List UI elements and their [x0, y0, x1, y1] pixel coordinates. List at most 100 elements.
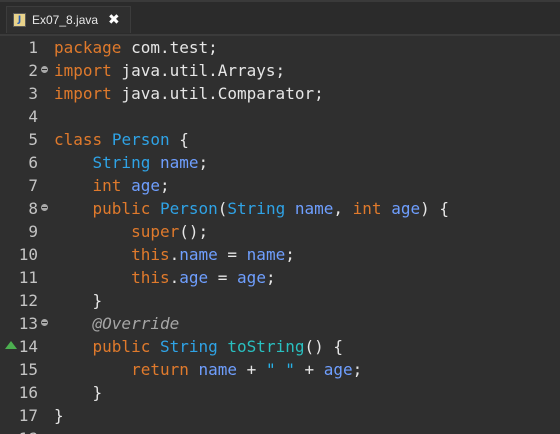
code-line[interactable]: 13 @Override: [0, 312, 560, 335]
code-token: .: [169, 268, 180, 287]
code-token: ;: [352, 360, 363, 379]
close-icon[interactable]: ✖: [108, 13, 120, 27]
code-token: com.test;: [121, 38, 218, 57]
code-token: (: [217, 199, 228, 218]
line-number: 18: [0, 427, 48, 434]
code-token: .: [169, 245, 180, 264]
tab-title: Ex07_8.java: [32, 13, 99, 27]
code-line[interactable]: 16 }: [0, 381, 560, 404]
code-line[interactable]: 17}: [0, 404, 560, 427]
code-line[interactable]: 15 return name + " " + age;: [0, 358, 560, 381]
code-token: name: [198, 360, 238, 379]
code-editor[interactable]: 1 package com.test; 2 import java.util.Arra…: [0, 36, 560, 434]
code-line[interactable]: 1 package com.test;: [0, 36, 560, 59]
fold-toggle-icon[interactable]: [41, 319, 48, 326]
code-token: {: [169, 130, 189, 149]
code-token: name: [159, 153, 199, 172]
code-token: }: [54, 383, 103, 402]
code-line[interactable]: 10 this.name = name;: [0, 243, 560, 266]
code-token: int: [352, 199, 382, 218]
code-token: ;: [285, 245, 295, 264]
code-token: super: [131, 222, 180, 241]
code-line[interactable]: 14 public String toString() {: [0, 335, 560, 358]
code-token: ) {: [420, 199, 449, 218]
code-line[interactable]: 2 import java.util.Arrays;: [0, 59, 560, 82]
code-line[interactable]: 8 public Person(String name, int age) {: [0, 197, 560, 220]
code-line[interactable]: 11 this.age = age;: [0, 266, 560, 289]
code-token: +: [237, 360, 266, 379]
line-number: 3: [28, 84, 38, 103]
code-token: @Override: [92, 314, 180, 333]
code-line[interactable]: 18: [0, 427, 560, 434]
code-token: }: [54, 406, 64, 425]
code-line[interactable]: 7 int age;: [0, 174, 560, 197]
line-number: 12: [18, 291, 38, 310]
line-number: 5: [28, 130, 38, 149]
code-token: age: [179, 268, 209, 287]
code-line[interactable]: 9 super();: [0, 220, 560, 243]
code-text: import java.util.Arrays;: [54, 59, 285, 82]
code-token: name: [246, 245, 286, 264]
code-token: return: [131, 360, 189, 379]
code-token: name: [294, 199, 334, 218]
fold-toggle-icon[interactable]: [41, 204, 48, 211]
code-line[interactable]: 5 class Person {: [0, 128, 560, 151]
code-line[interactable]: 3 import java.util.Comparator;: [0, 82, 560, 105]
code-text: super();: [54, 220, 208, 243]
code-token: " ": [265, 360, 295, 379]
code-token: ();: [179, 222, 209, 241]
code-token: Person: [111, 130, 170, 149]
tab-ex07-8-java[interactable]: J Ex07_8.java ✖: [6, 6, 131, 33]
fold-toggle-icon[interactable]: [41, 66, 48, 73]
code-token: () {: [304, 337, 343, 356]
code-text: }: [54, 289, 103, 312]
code-line[interactable]: 12 }: [0, 289, 560, 312]
code-token: java.util.Arrays;: [111, 61, 286, 80]
code-token: String: [159, 337, 218, 356]
code-text: }: [54, 404, 64, 427]
code-line[interactable]: 4: [0, 105, 560, 128]
line-number: 6: [28, 153, 38, 172]
code-text: import java.util.Comparator;: [54, 82, 324, 105]
code-token: java.util.Comparator;: [111, 84, 324, 103]
code-token: import: [54, 61, 112, 80]
code-token: name: [179, 245, 218, 264]
code-text: package com.test;: [54, 36, 218, 59]
java-file-icon: J: [13, 13, 26, 27]
code-token: class: [54, 130, 103, 149]
code-text: int age;: [54, 174, 170, 197]
editor-tab-bar: J Ex07_8.java ✖: [0, 0, 560, 36]
code-line[interactable]: 6 String name;: [0, 151, 560, 174]
code-token: ;: [159, 176, 170, 195]
code-token: this: [131, 268, 170, 287]
code-token: ,: [333, 199, 353, 218]
code-token: public: [92, 199, 151, 218]
code-token: toString: [227, 337, 305, 356]
line-number: 11: [18, 268, 38, 287]
code-token: String: [227, 199, 286, 218]
line-number: 17: [18, 406, 38, 425]
code-text: this.name = name;: [54, 243, 295, 266]
code-token: package: [54, 38, 122, 57]
line-number: 9: [28, 222, 38, 241]
code-text: this.age = age;: [54, 266, 276, 289]
code-token: public: [92, 337, 151, 356]
code-token: =: [217, 245, 247, 264]
code-token: =: [208, 268, 238, 287]
code-token: String: [92, 153, 151, 172]
line-number: 1: [28, 38, 38, 57]
java-editor-window: J Ex07_8.java ✖ 1 package com.test; 2 impor…: [0, 0, 560, 434]
